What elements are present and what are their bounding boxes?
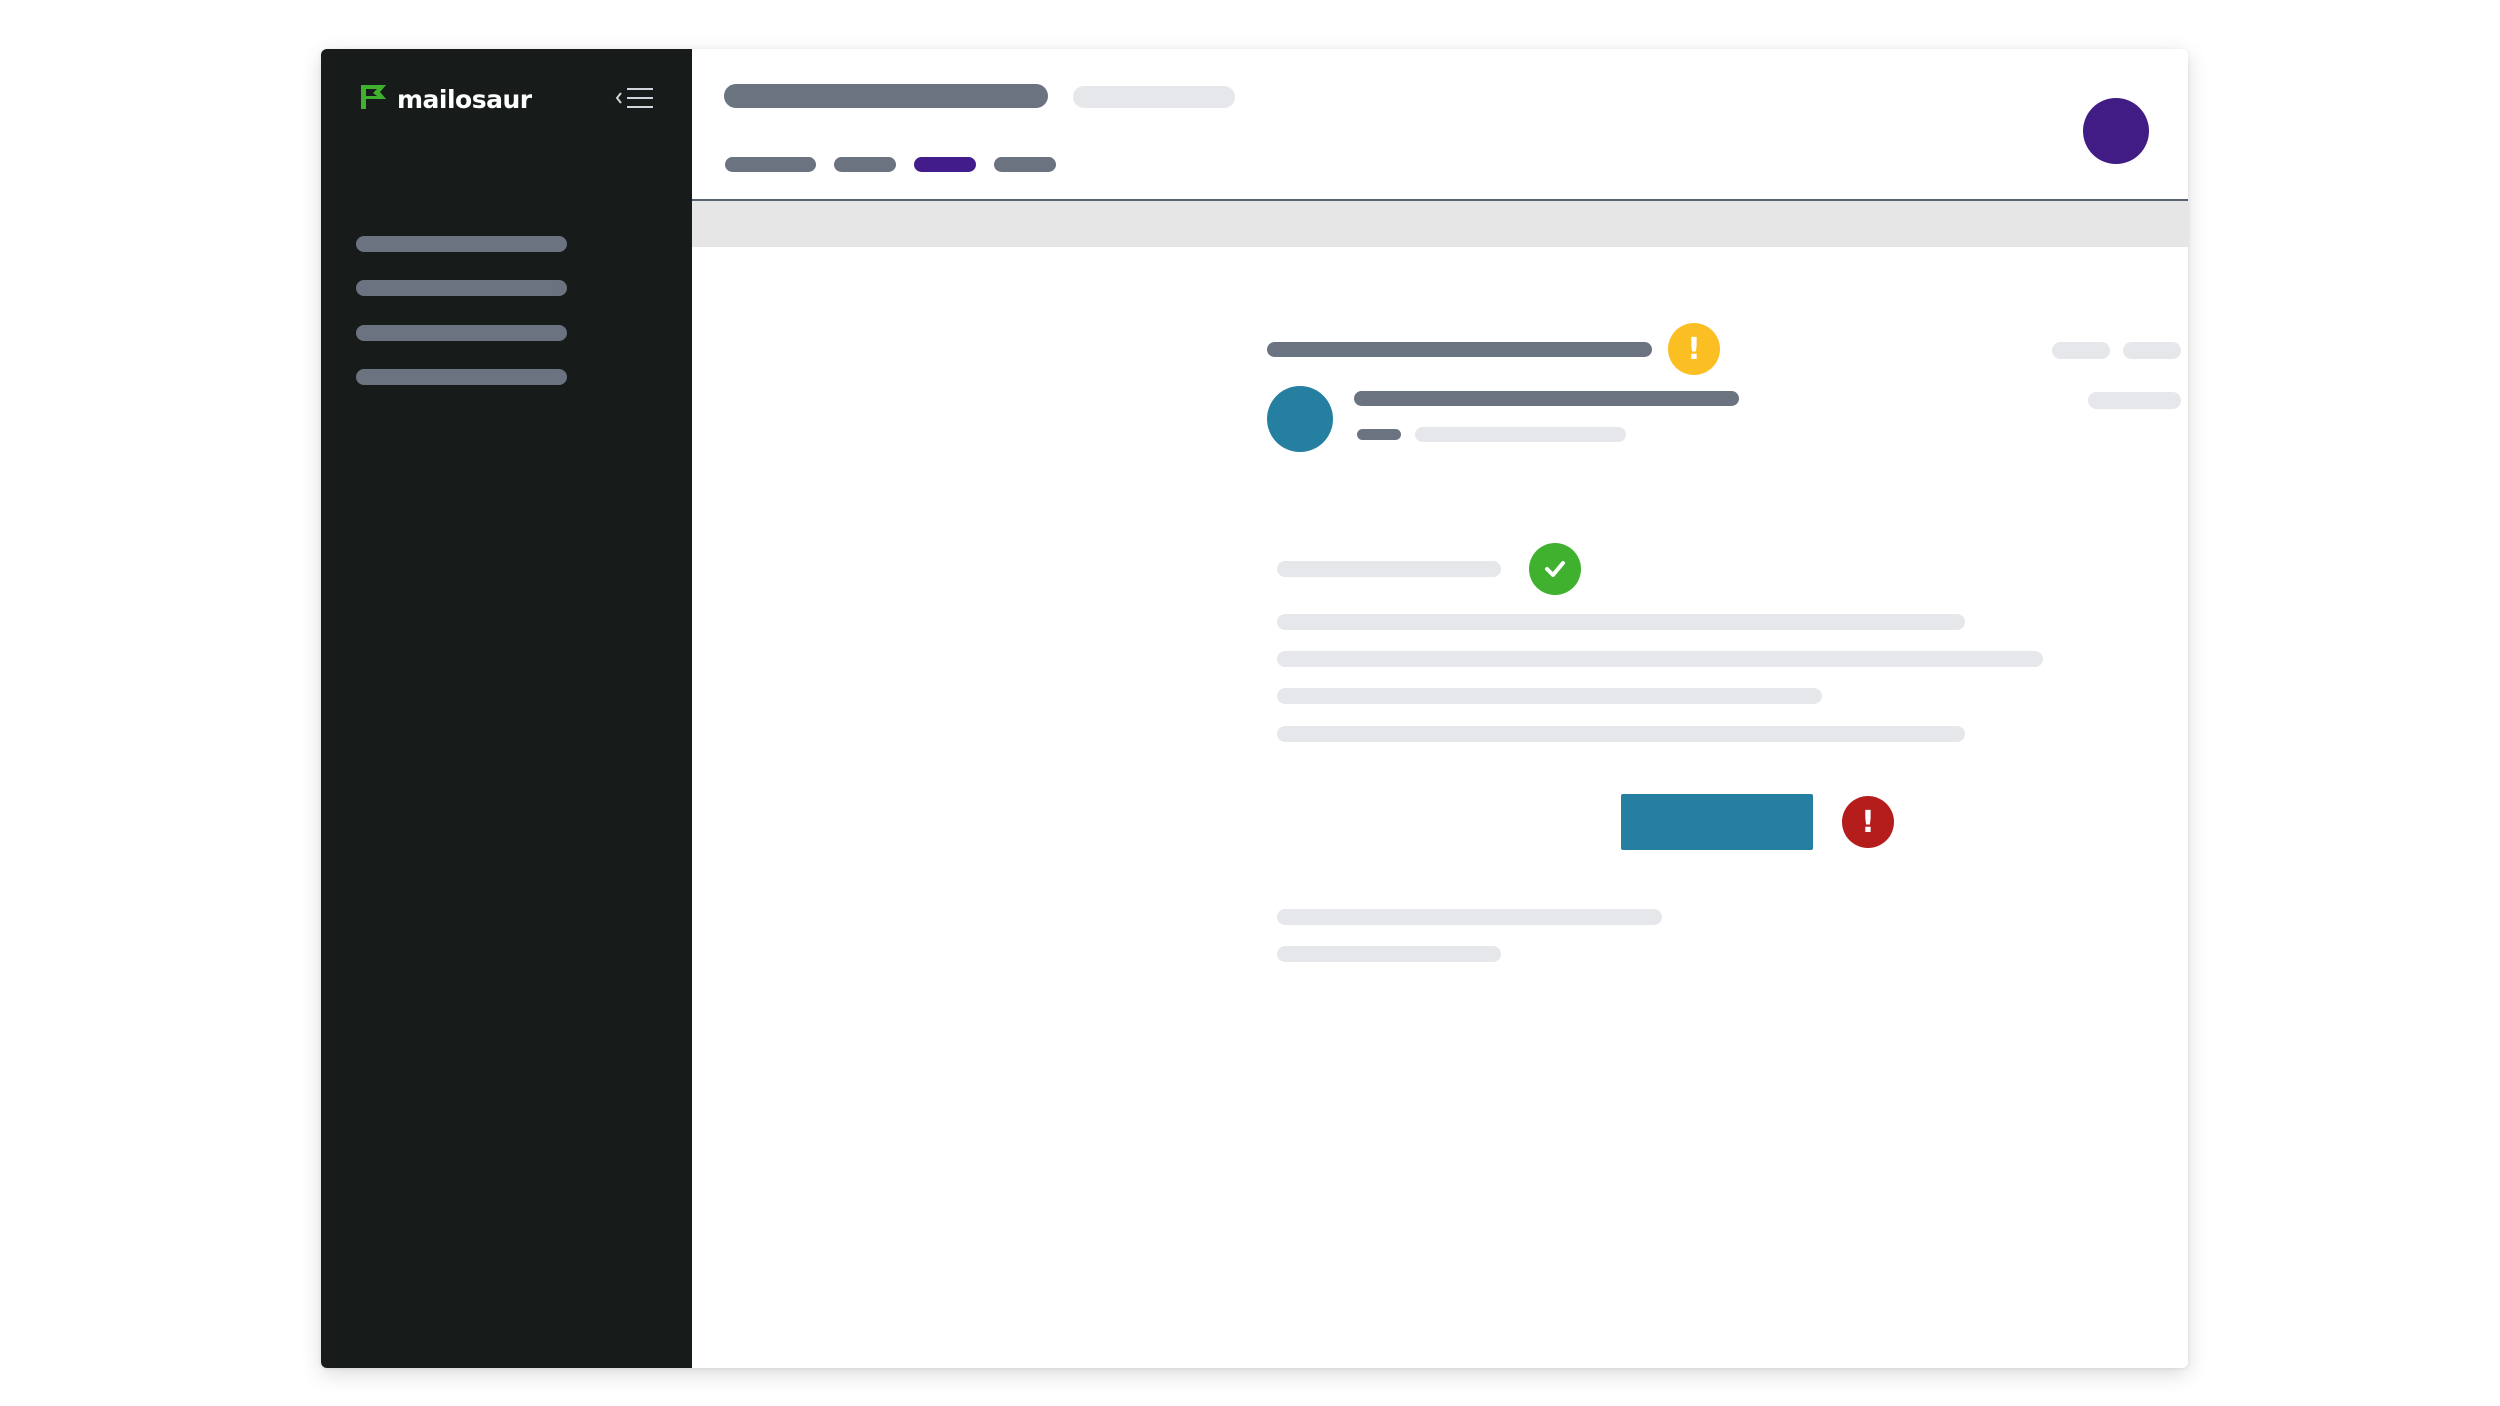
cta-button-label — [1717, 822, 1718, 823]
top-bar — [692, 49, 2188, 201]
error-icon: ! — [1842, 796, 1894, 848]
body-line — [1277, 688, 1822, 704]
error-glyph: ! — [1861, 804, 1875, 840]
body-line — [1277, 651, 2043, 667]
sender-email — [1415, 427, 1626, 442]
sidebar-item[interactable] — [356, 280, 567, 296]
menu-collapse-icon[interactable] — [615, 85, 655, 111]
sidebar-item[interactable] — [356, 369, 567, 385]
body-line — [1277, 726, 1965, 742]
message-date — [2088, 392, 2181, 409]
tab-active[interactable] — [914, 157, 976, 172]
body-line — [1277, 614, 1965, 630]
sender-label — [1357, 429, 1401, 440]
page-subtitle — [1073, 86, 1235, 108]
page-title — [724, 84, 1048, 108]
sidebar-item[interactable] — [356, 325, 567, 341]
sidebar-item[interactable] — [356, 236, 567, 252]
tab[interactable] — [994, 157, 1056, 172]
warning-glyph: ! — [1687, 331, 1701, 367]
message-subject — [1267, 342, 1652, 357]
warning-icon: ! — [1668, 323, 1720, 375]
flag-logo-icon — [357, 83, 389, 116]
footer-line — [1277, 909, 1662, 925]
avatar[interactable] — [2083, 98, 2149, 164]
check-icon — [1529, 543, 1581, 595]
sender-name — [1354, 391, 1739, 406]
brand-name: mailosaur — [397, 85, 532, 114]
message-meta — [2123, 342, 2181, 359]
app-window: mailosaur ! ! — [321, 49, 2188, 1368]
tab[interactable] — [834, 157, 896, 172]
message-meta — [2052, 342, 2110, 359]
main-content: ! ! — [692, 49, 2188, 1368]
section-heading — [1277, 561, 1501, 577]
cta-button[interactable] — [1621, 794, 1813, 850]
toolbar-strip — [692, 201, 2188, 247]
footer-line — [1277, 946, 1501, 962]
sender-avatar — [1267, 386, 1333, 452]
sidebar: mailosaur — [321, 49, 692, 1368]
brand-logo[interactable]: mailosaur — [357, 83, 532, 116]
tab[interactable] — [725, 157, 816, 172]
